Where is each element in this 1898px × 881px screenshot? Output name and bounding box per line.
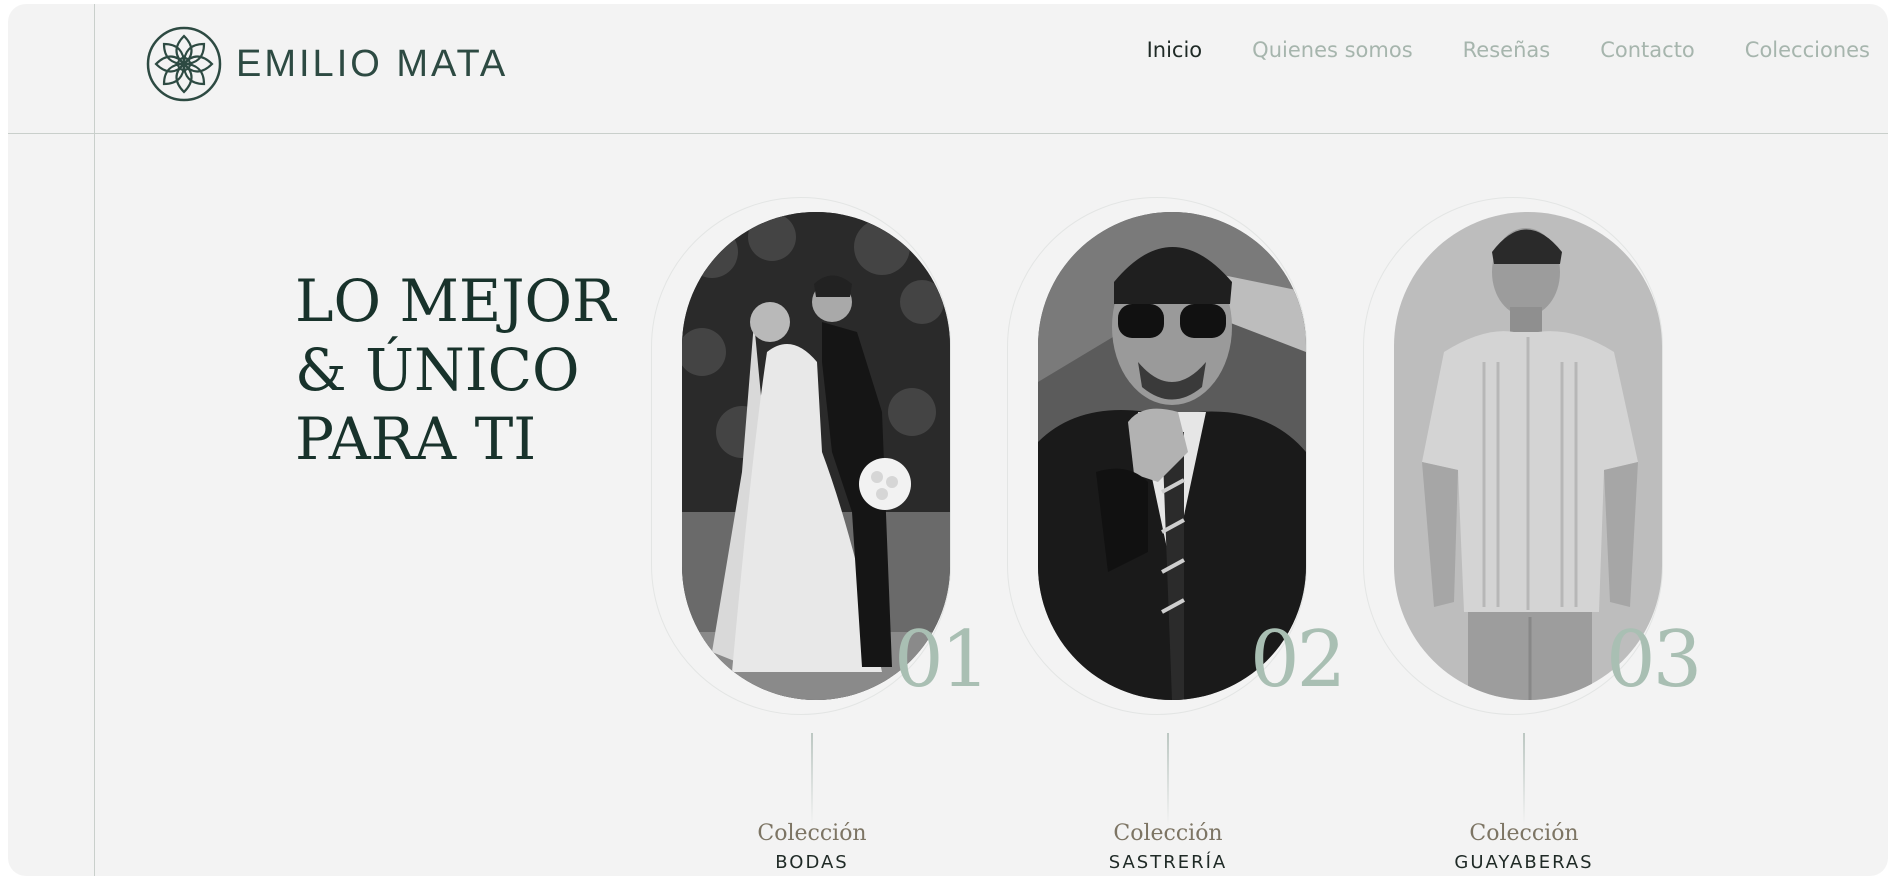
brand-name: EMILIO MATA xyxy=(236,42,509,85)
collection-label: Colección xyxy=(1113,821,1223,846)
hero-title: LO MEJOR & ÚNICO PARA TI xyxy=(295,267,616,474)
header-divider xyxy=(8,133,1888,134)
collection-number: 02 xyxy=(1250,615,1346,705)
collection-connector-line xyxy=(1523,733,1525,825)
nav-item-quienes-somos[interactable]: Quienes somos xyxy=(1252,38,1412,62)
hero-line-3: PARA TI xyxy=(295,405,537,473)
collection-card-bodas[interactable]: 01 xyxy=(651,197,990,715)
collection-caption-sastreria[interactable]: Colección SASTRERÍA xyxy=(1048,820,1288,876)
collection-caption-guayaberas[interactable]: Colección GUAYABERAS xyxy=(1404,820,1644,876)
main-nav: Inicio Quienes somos Reseñas Contacto Co… xyxy=(1097,38,1870,62)
collection-name: BODAS xyxy=(775,852,849,873)
nav-item-contacto[interactable]: Contacto xyxy=(1600,38,1695,62)
collection-name: GUAYABERAS xyxy=(1454,852,1594,873)
collection-name: SASTRERÍA xyxy=(1108,852,1228,873)
collection-number: 01 xyxy=(894,615,990,705)
collection-label: Colección xyxy=(1469,821,1579,846)
collection-connector-line xyxy=(1167,733,1169,825)
collection-caption-bodas[interactable]: Colección BODAS xyxy=(692,820,932,876)
collection-connector-line xyxy=(811,733,813,825)
flower-knot-icon xyxy=(146,26,222,102)
page-frame: EMILIO MATA Inicio Quienes somos Reseñas… xyxy=(8,4,1888,876)
hero-line-2: & ÚNICO xyxy=(295,336,580,404)
collection-label: Colección xyxy=(757,821,867,846)
nav-item-colecciones[interactable]: Colecciones xyxy=(1745,38,1870,62)
nav-item-inicio[interactable]: Inicio xyxy=(1147,38,1203,62)
collection-card-guayaberas[interactable]: 03 xyxy=(1363,197,1702,715)
collection-card-sastreria[interactable]: 02 xyxy=(1007,197,1346,715)
collection-number: 03 xyxy=(1606,615,1702,705)
hero-line-1: LO MEJOR xyxy=(295,267,616,335)
nav-item-resenas[interactable]: Reseñas xyxy=(1463,38,1551,62)
brand-logo[interactable]: EMILIO MATA xyxy=(146,26,508,102)
vertical-divider xyxy=(94,4,95,876)
